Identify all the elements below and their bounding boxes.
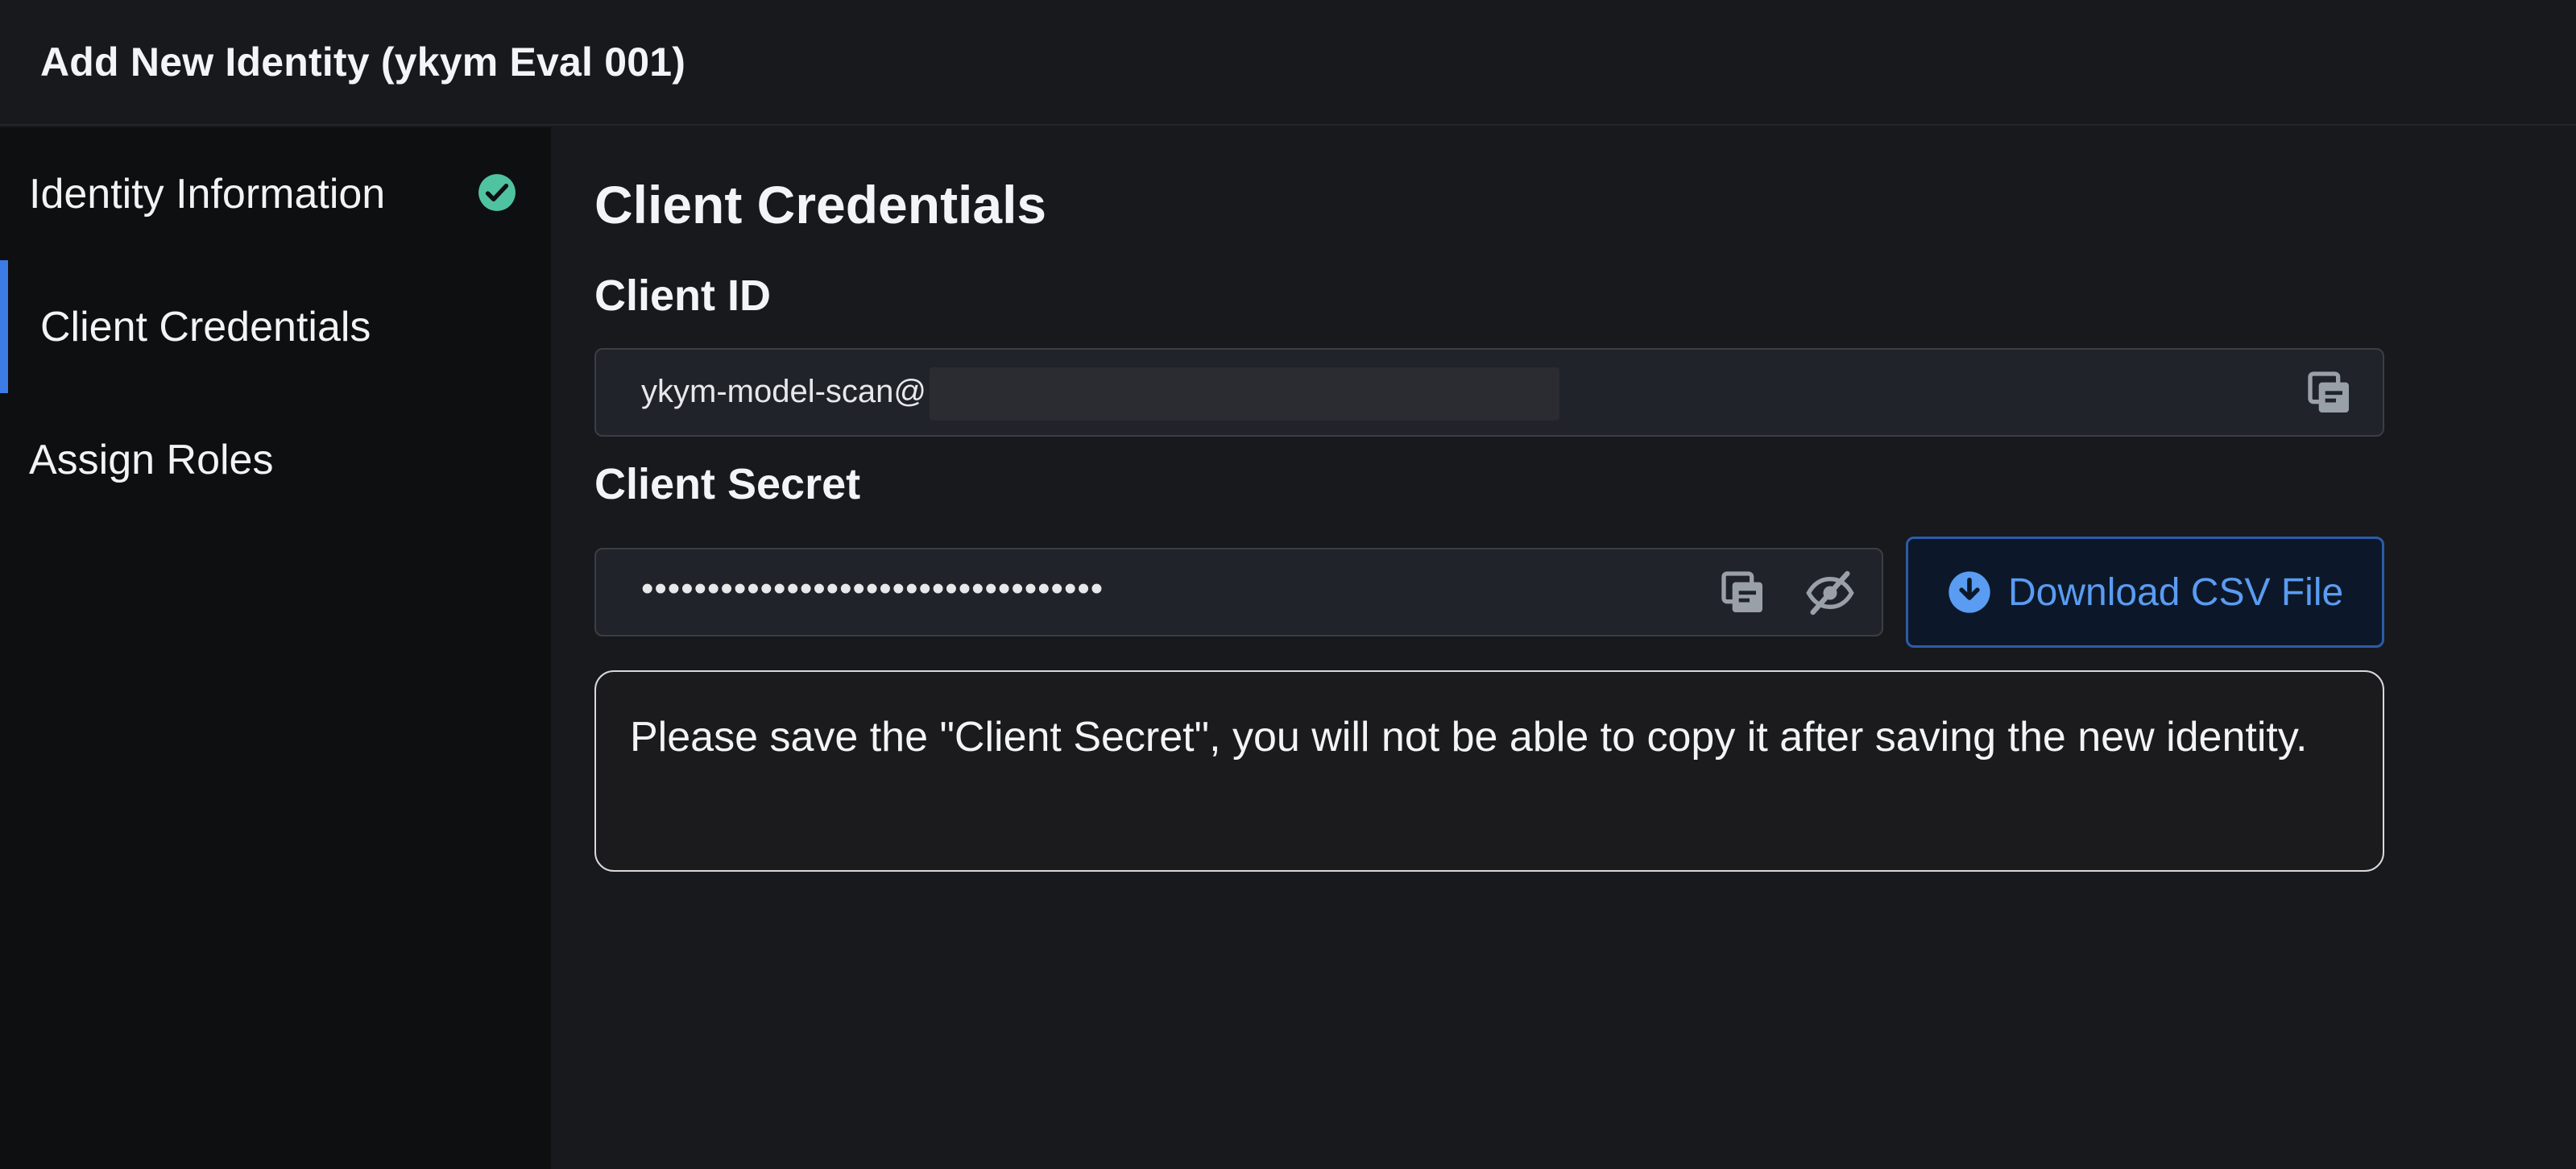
page-header: Add New Identity (ykym Eval 001)	[0, 0, 2576, 126]
sidebar-item-assign-roles[interactable]: Assign Roles	[0, 393, 551, 526]
sidebar-item-client-credentials[interactable]: Client Credentials	[0, 260, 551, 393]
sidebar-item-label: Assign Roles	[29, 436, 274, 483]
page-title: Add New Identity (ykym Eval 001)	[40, 39, 686, 85]
copy-icon[interactable]	[2304, 367, 2355, 419]
download-csv-button[interactable]: Download CSV File	[1906, 537, 2384, 648]
sidebar-item-label: Identity Information	[29, 170, 386, 218]
save-secret-notice: Please save the "Client Secret", you wil…	[594, 670, 2384, 872]
client-id-value: ykym-model-scan@	[641, 374, 927, 409]
client-id-label: Client ID	[594, 272, 772, 320]
client-secret-field[interactable]: •••••••••••••••••••••••••••••••••••	[594, 548, 1883, 636]
client-secret-value: •••••••••••••••••••••••••••••••••••	[641, 569, 1104, 608]
sidebar: Identity Information Client Credentials …	[0, 127, 551, 1169]
download-circle-icon	[1949, 571, 1990, 613]
sidebar-item-label: Client Credentials	[40, 303, 371, 350]
redacted-area	[930, 367, 1559, 421]
section-title: Client Credentials	[594, 175, 1047, 234]
client-id-field[interactable]: ykym-model-scan@	[594, 348, 2384, 437]
download-csv-label: Download CSV File	[2008, 570, 2344, 614]
sidebar-item-identity-information[interactable]: Identity Information	[0, 127, 551, 260]
eye-off-icon[interactable]	[1804, 567, 1856, 619]
check-circle-icon	[478, 174, 516, 211]
copy-icon[interactable]	[1717, 567, 1769, 619]
client-secret-label: Client Secret	[594, 460, 861, 508]
